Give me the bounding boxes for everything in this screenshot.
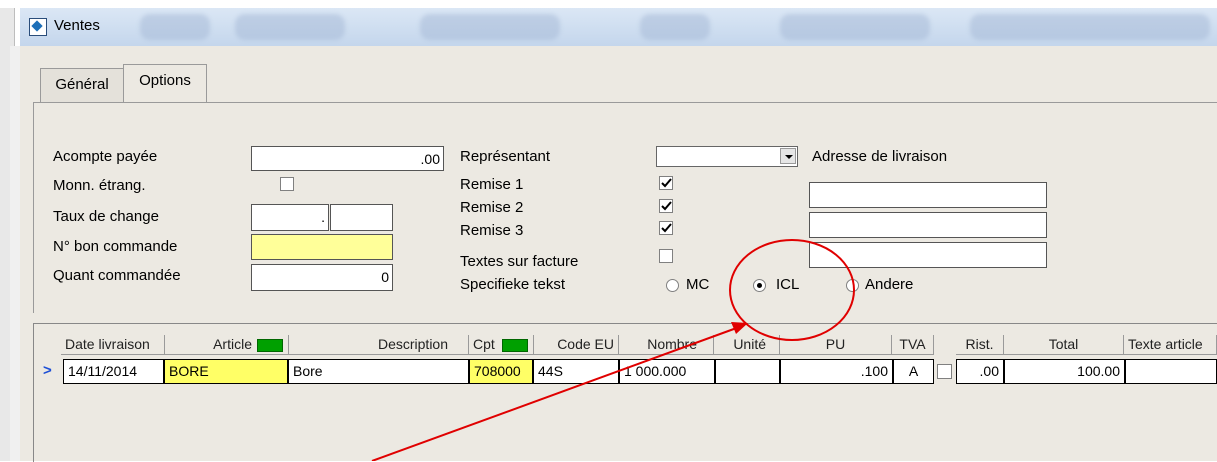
annotation-arrow-line xyxy=(371,325,743,461)
annotation-arrowhead-icon xyxy=(731,322,748,334)
annotation-circle xyxy=(729,239,855,341)
tab-options-label: Options xyxy=(139,72,191,89)
tab-options[interactable]: Options xyxy=(123,64,207,102)
